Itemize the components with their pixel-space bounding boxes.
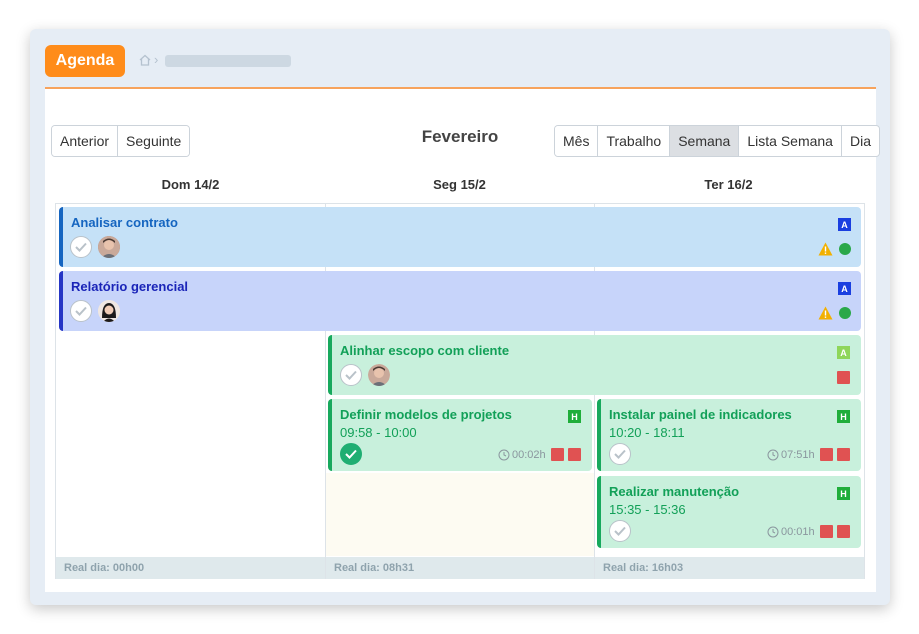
breadcrumb-placeholder — [165, 55, 291, 67]
view-work-button[interactable]: Trabalho — [598, 126, 671, 156]
event-title: Analisar contrato — [71, 215, 178, 230]
home-icon[interactable] — [138, 53, 152, 67]
duration: 07:51h — [767, 449, 815, 461]
day-header-sun: Dom 14/2 — [161, 177, 220, 192]
completed-check-icon[interactable] — [340, 443, 362, 465]
status-square — [820, 525, 833, 538]
view-day-button[interactable]: Dia — [841, 126, 879, 156]
complete-check-icon[interactable] — [609, 520, 631, 542]
type-badge: A — [838, 218, 851, 231]
event-time: 10:20 - 18:11 — [609, 425, 685, 440]
next-button[interactable]: Seguinte — [118, 126, 190, 156]
type-badge: H — [568, 410, 581, 423]
today-highlight — [326, 473, 594, 556]
complete-check-icon[interactable] — [340, 364, 362, 386]
complete-check-icon[interactable] — [70, 300, 92, 322]
day-header-mon: Seg 15/2 — [433, 177, 486, 192]
view-week-list-button[interactable]: Lista Semana — [739, 126, 842, 156]
day-header-tue: Ter 16/2 — [704, 177, 753, 192]
status-dot — [839, 243, 851, 255]
event-time: 15:35 - 15:36 — [609, 502, 686, 517]
status-square — [837, 371, 850, 384]
event-analisar-contrato[interactable] — [59, 207, 861, 267]
type-badge: H — [837, 487, 850, 500]
type-badge: A — [837, 346, 850, 359]
breadcrumb-separator-icon: › — [154, 52, 159, 67]
event-time: 09:58 - 10:00 — [340, 425, 417, 440]
complete-check-icon[interactable] — [70, 236, 92, 258]
status-square — [837, 525, 850, 538]
day-footer-mon: Real dia: 08h31 — [326, 557, 594, 579]
warning-icon — [818, 242, 833, 256]
type-badge: H — [837, 410, 850, 423]
event-title: Instalar painel de indicadores — [609, 407, 792, 422]
status-square — [837, 448, 850, 461]
prev-button[interactable]: Anterior — [52, 126, 119, 156]
complete-check-icon[interactable] — [609, 443, 631, 465]
duration-label: 00:02h — [512, 449, 546, 461]
event-title: Relatório gerencial — [71, 279, 189, 294]
status-dot — [839, 307, 851, 319]
view-week-button[interactable]: Semana — [670, 126, 740, 156]
warning-icon — [818, 306, 833, 320]
header-divider — [45, 87, 876, 89]
duration: 00:01h — [767, 526, 815, 538]
clock-icon — [498, 449, 510, 461]
clock-icon — [767, 449, 779, 461]
avatar — [98, 236, 120, 258]
clock-icon — [767, 526, 779, 538]
day-footer-sun: Real dia: 00h00 — [56, 557, 325, 579]
view-switcher: Mês Trabalho Semana Lista Semana Dia — [554, 125, 880, 157]
agenda-button[interactable]: Agenda — [45, 45, 125, 77]
avatar — [98, 300, 120, 322]
event-title: Definir modelos de projetos — [340, 407, 512, 422]
duration-label: 07:51h — [781, 449, 815, 461]
status-square — [820, 448, 833, 461]
month-title: Fevereiro — [421, 127, 499, 146]
status-square — [551, 448, 564, 461]
event-title: Realizar manutenção — [609, 484, 740, 499]
avatar — [368, 364, 390, 386]
nav-button-group: Anterior Seguinte — [51, 125, 191, 157]
type-badge: A — [838, 282, 851, 295]
event-title: Alinhar escopo com cliente — [340, 343, 510, 358]
duration: 00:02h — [498, 449, 546, 461]
status-square — [568, 448, 581, 461]
duration-label: 00:01h — [781, 526, 815, 538]
day-footer-tue: Real dia: 16h03 — [595, 557, 864, 579]
view-month-button[interactable]: Mês — [555, 126, 599, 156]
